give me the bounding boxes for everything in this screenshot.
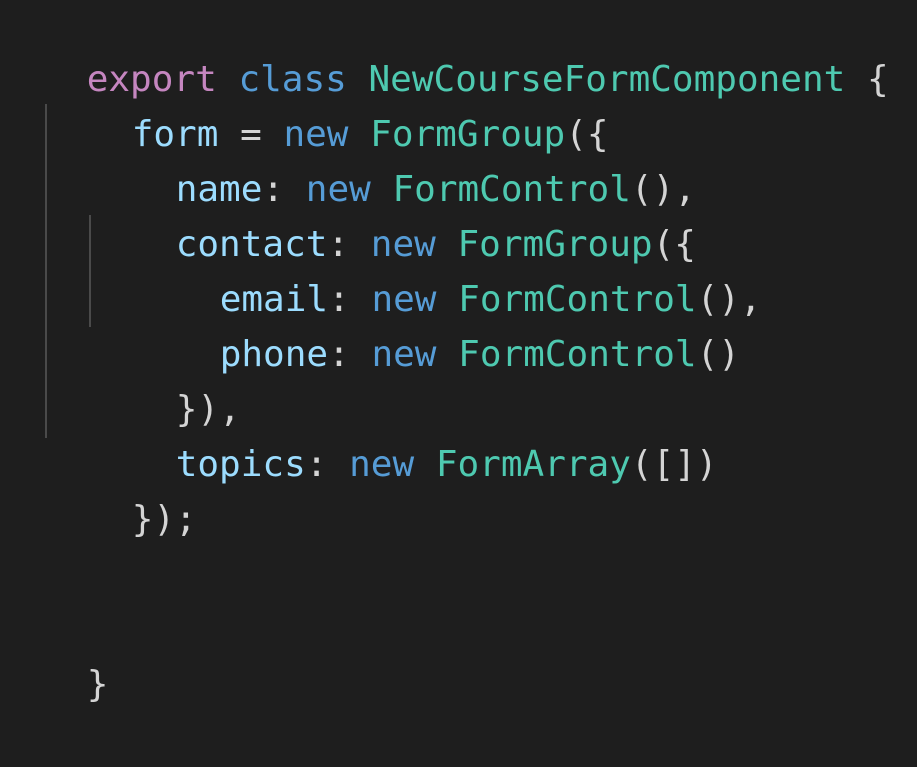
code-line-9: }); — [45, 437, 197, 540]
open-brace: { — [867, 59, 889, 100]
close-form-group: }); — [131, 499, 197, 540]
class-formcontrol: FormControl — [458, 334, 697, 375]
code-line-10: } — [0, 602, 109, 705]
keyword-new: new — [371, 334, 437, 375]
call-parens: () — [696, 334, 740, 375]
class-formarray: FormArray — [435, 444, 631, 485]
code-line-7: }), — [89, 327, 241, 430]
close-class-brace: } — [86, 664, 109, 705]
array-call: ([]) — [630, 444, 718, 485]
code-line-5: email: new FormControl(), — [133, 217, 762, 320]
code-line-8: topics: new FormArray([]) — [89, 382, 718, 485]
keyword-new: new — [349, 444, 415, 485]
colon: : — [305, 444, 350, 485]
code-editor[interactable]: export class NewCourseFormComponent { fo… — [0, 0, 917, 705]
code-line-6: phone: new FormControl() — [133, 272, 740, 375]
code-line-1: export class NewCourseFormComponent { — [0, 0, 889, 100]
colon: : — [328, 334, 372, 375]
code-line-3: name: new FormControl(), — [89, 107, 696, 210]
code-line-4: contact: new FormGroup({ — [89, 162, 696, 265]
code-line-2: form = new FormGroup({ — [45, 52, 609, 155]
